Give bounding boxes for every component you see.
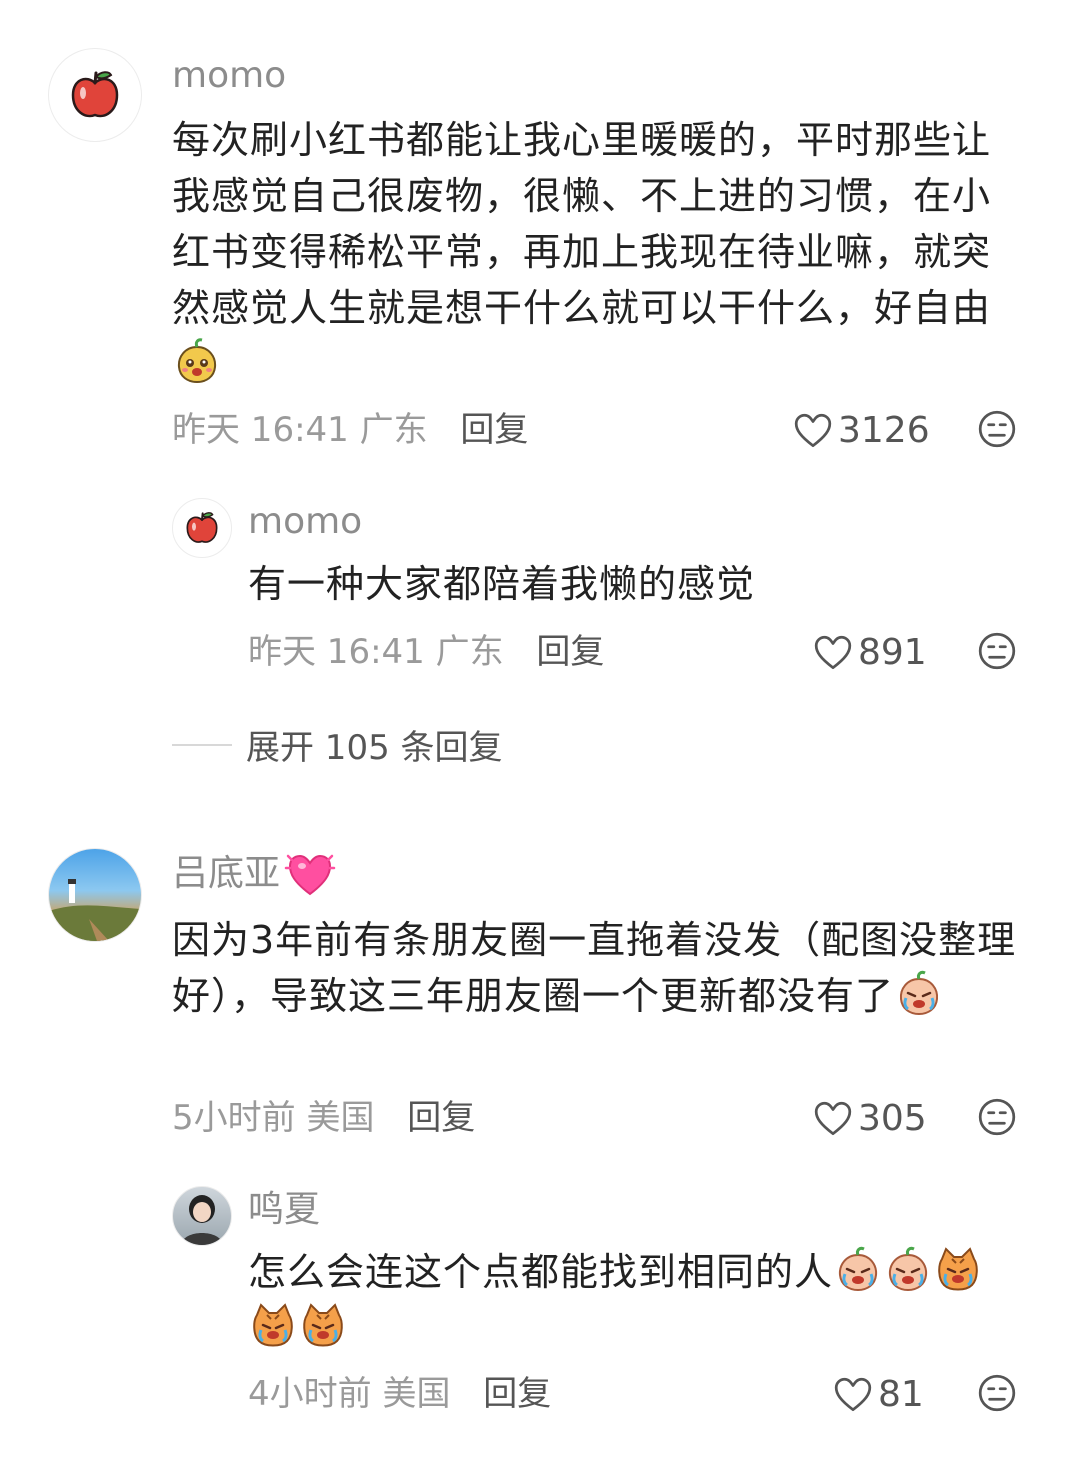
reply-text: 有一种大家都陪着我懒的感觉	[248, 562, 756, 606]
comment-time: 昨天 16:41	[172, 410, 349, 450]
username-text: 吕底亚	[172, 853, 281, 894]
comment-location: 美国	[306, 1098, 375, 1138]
crying-face-emoji-icon	[895, 969, 943, 1017]
reply-text: 怎么会连这个点都能找到相同的人	[248, 1244, 1028, 1356]
reply-time: 4小时前	[248, 1374, 372, 1414]
avatar[interactable]	[48, 848, 142, 942]
reply-location: 广东	[435, 632, 504, 672]
reply-text-content: 怎么会连这个点都能找到相同的人	[248, 1250, 834, 1294]
like-button[interactable]: 3126	[792, 410, 930, 452]
comment-text: 因为3年前有条朋友圈一直拖着没发（配图没整理好），导致这三年朋友圈一个更新都没有…	[172, 912, 1032, 1024]
comment-location: 广东	[359, 410, 428, 450]
heart-icon	[812, 632, 854, 674]
avatar[interactable]	[172, 1186, 232, 1246]
crying-face-emoji-icon	[884, 1245, 932, 1293]
like-count: 305	[858, 1098, 927, 1139]
crying-cat-emoji-icon	[299, 1301, 347, 1349]
apple-icon	[71, 70, 119, 118]
comment-username[interactable]: momo	[172, 56, 286, 96]
reply-button[interactable]: 回复	[536, 632, 604, 672]
comment-meta: 昨天 16:41 广东 回复	[172, 410, 528, 450]
comment-meta: 5小时前 美国 回复	[172, 1098, 475, 1138]
reply-username[interactable]: 鸣夏	[248, 1190, 320, 1230]
reply-meta: 4小时前 美国 回复	[248, 1374, 551, 1414]
comment-text-content: 每次刷小红书都能让我心里暖暖的，平时那些让我感觉自己很废物，很懒、不上进的习惯，…	[172, 118, 992, 330]
comment-time: 5小时前	[172, 1098, 296, 1138]
like-count: 3126	[838, 410, 930, 451]
comment-username[interactable]: 吕底亚	[172, 850, 336, 898]
pink-heart-icon	[284, 854, 336, 896]
heart-icon	[792, 410, 834, 452]
comment-text-content: 因为3年前有条朋友圈一直拖着没发（配图没整理好），导致这三年朋友圈一个更新都没有…	[172, 918, 1017, 1018]
heart-icon	[812, 1098, 854, 1140]
person-photo-icon	[181, 1195, 223, 1245]
dislike-icon[interactable]	[976, 408, 1018, 450]
crying-face-emoji-icon	[834, 1245, 882, 1293]
reply-button[interactable]: 回复	[407, 1098, 475, 1138]
reply-location: 美国	[382, 1374, 451, 1414]
heart-icon	[832, 1374, 874, 1416]
like-button[interactable]: 891	[812, 632, 927, 674]
reply-button[interactable]: 回复	[483, 1374, 551, 1414]
avatar[interactable]	[48, 48, 142, 142]
like-button[interactable]: 81	[832, 1374, 924, 1416]
dislike-icon[interactable]	[976, 1096, 1018, 1138]
divider-line	[172, 743, 232, 746]
lighthouse-photo-icon	[49, 879, 141, 941]
reply-time: 昨天 16:41	[248, 632, 425, 672]
dislike-icon[interactable]	[976, 630, 1018, 672]
expand-label: 展开 105 条回复	[246, 728, 503, 768]
like-count: 81	[878, 1374, 924, 1415]
yellow-face-emoji-icon	[173, 337, 221, 385]
dislike-icon[interactable]	[976, 1372, 1018, 1414]
like-count: 891	[858, 632, 927, 673]
like-button[interactable]: 305	[812, 1098, 927, 1140]
apple-icon	[186, 511, 218, 544]
crying-cat-emoji-icon	[934, 1245, 982, 1293]
reply-button[interactable]: 回复	[460, 410, 528, 450]
reply-username[interactable]: momo	[248, 502, 362, 542]
avatar[interactable]	[172, 498, 232, 558]
expand-replies-button[interactable]: 展开 105 条回复	[172, 720, 503, 769]
comment-text: 每次刷小红书都能让我心里暖暖的，平时那些让我感觉自己很废物，很懒、不上进的习惯，…	[172, 112, 1012, 392]
reply-meta: 昨天 16:41 广东 回复	[248, 632, 604, 672]
crying-cat-emoji-icon	[249, 1301, 297, 1349]
